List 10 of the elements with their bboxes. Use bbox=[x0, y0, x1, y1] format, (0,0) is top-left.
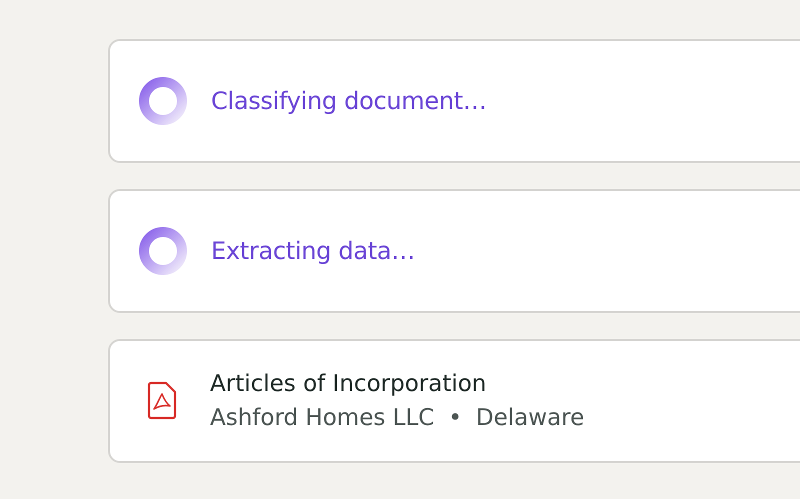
document-detail: Delaware bbox=[476, 405, 584, 431]
document-title: Articles of Incorporation bbox=[210, 371, 488, 397]
status-text: Extracting data… bbox=[211, 237, 415, 265]
status-text: Classifying document… bbox=[211, 87, 487, 115]
document-detail: • bbox=[448, 405, 462, 431]
pdf-file-icon bbox=[146, 381, 178, 421]
document-detail: Ashford Homes LLC bbox=[210, 405, 434, 431]
document-card[interactable]: Articles of Incorporation Ashford Homes LLC • Delaware bbox=[108, 339, 800, 463]
spinner-icon bbox=[138, 76, 188, 126]
spinner-icon bbox=[138, 226, 188, 276]
